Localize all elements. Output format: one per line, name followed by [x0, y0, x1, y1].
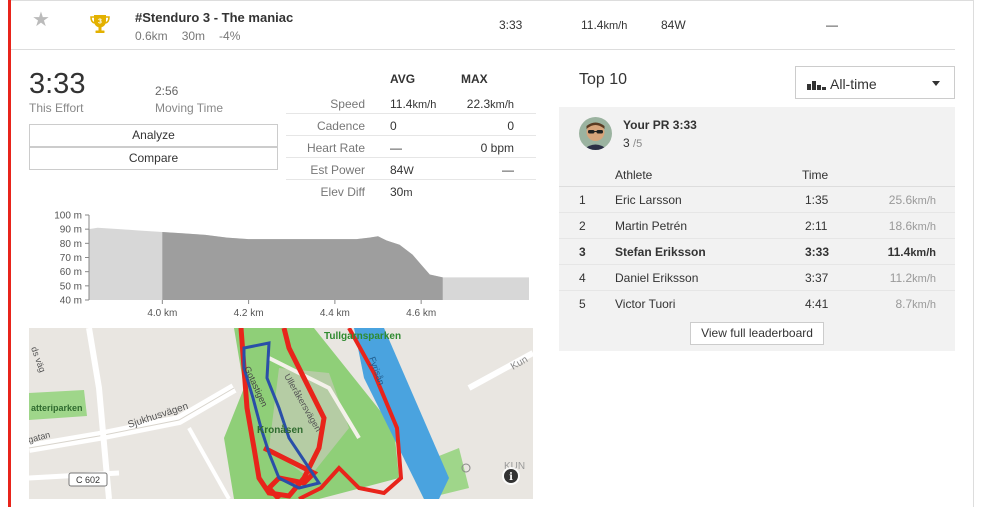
stat-label: Elev Diff: [320, 185, 365, 199]
segment-title[interactable]: #Stenduro 3 - The maniac: [135, 10, 293, 25]
stat-row-cadence: Cadence 0 0: [286, 114, 536, 136]
segment-subinfo: 0.6km 30m -4%: [135, 29, 240, 43]
leaderboard-row[interactable]: 1 Eric Larsson 1:35 25.6km/h: [559, 187, 955, 213]
stat-avg: 0: [390, 119, 397, 133]
athlete-name[interactable]: Eric Larsson: [615, 193, 682, 207]
segment-grade: -4%: [219, 29, 241, 43]
avatar[interactable]: [579, 117, 612, 150]
moving-time-label: Moving Time: [155, 101, 224, 115]
segment-map[interactable]: Tullgarnsparken atteriparken Sjukhusväge…: [29, 328, 533, 499]
y-tick-label: 40 m: [60, 296, 82, 307]
stat-max: 0 bpm: [480, 141, 514, 155]
leaderboard-header: Athlete Time: [559, 162, 955, 187]
athlete-name[interactable]: Martin Petrén: [615, 219, 687, 233]
athlete-name[interactable]: Stefan Eriksson: [615, 245, 706, 259]
segment-heart-rate: —: [826, 18, 838, 32]
x-tick-label: 4.0 km: [147, 308, 177, 319]
segment-power: 84W: [661, 18, 686, 32]
leaderboard-row-current-user[interactable]: 3 Stefan Eriksson 3:33 11.4km/h: [559, 239, 955, 265]
leaderboard-row[interactable]: 2 Martin Petrén 2:11 18.6km/h: [559, 213, 955, 239]
y-tick-label: 80 m: [60, 239, 82, 250]
pr-title: Your PR 3:33: [623, 118, 697, 132]
svg-text:i: i: [509, 472, 513, 483]
stat-row-elev: Elev Diff 30m: [286, 180, 536, 202]
col-athlete: Athlete: [615, 168, 653, 182]
x-tick-label: 4.6 km: [406, 308, 436, 319]
x-tick-label: 4.4 km: [320, 308, 350, 319]
analyze-button[interactable]: Analyze: [29, 124, 278, 147]
star-icon[interactable]: ★: [32, 10, 50, 30]
stat-avg: 30m: [390, 185, 413, 199]
stat-avg: 84W: [390, 163, 414, 177]
trophy-rank: 3: [98, 19, 102, 26]
map-label-park2: atteriparken: [31, 403, 83, 413]
stat-max: —: [502, 163, 514, 177]
stat-max: 22.3km/h: [466, 97, 514, 111]
segment-elevation: 30m: [181, 29, 206, 43]
bar-chart-icon: [807, 81, 826, 90]
stat-label: Est Power: [310, 163, 365, 177]
stat-row-heart-rate: Heart Rate — 0 bpm: [286, 136, 536, 158]
x-tick-label: 4.2 km: [234, 308, 264, 319]
elevation-chart[interactable]: 100 m 90 m 80 m 70 m 60 m 50 m 40 m 4.0 km 4.2 k…: [29, 206, 533, 324]
segment-distance: 0.6km: [135, 29, 168, 43]
stat-row-power: Est Power 84W —: [286, 158, 536, 180]
map-canvas[interactable]: Tullgarnsparken atteriparken Sjukhusväge…: [29, 328, 533, 499]
compare-button[interactable]: Compare: [29, 147, 278, 170]
top10-title: Top 10: [579, 71, 628, 88]
filter-label: All-time: [830, 76, 877, 92]
stat-avg: —: [390, 141, 402, 155]
stat-label: Cadence: [316, 119, 365, 133]
stat-label: Speed: [330, 97, 365, 111]
segment-row[interactable]: ★ 3 #Stenduro 3 - The maniac 0.6km 30m -…: [11, 0, 955, 50]
moving-time-value: 2:56: [155, 84, 179, 98]
athlete-name[interactable]: Victor Tuori: [615, 297, 675, 311]
y-tick-label: 50 m: [60, 281, 82, 292]
y-tick-label: 100 m: [54, 211, 82, 222]
trophy-icon: 3: [90, 15, 110, 33]
leaderboard-filter-dropdown[interactable]: All-time: [795, 66, 955, 99]
view-full-leaderboard-button[interactable]: View full leaderboard: [690, 322, 824, 345]
selected-accent-bar: [8, 0, 11, 507]
y-tick-label: 70 m: [60, 253, 82, 264]
athlete-name[interactable]: Daniel Eriksson: [615, 271, 698, 285]
effort-time-label: This Effort: [29, 101, 84, 115]
stat-avg: 11.4km/h: [390, 97, 437, 111]
avg-header: AVG: [390, 72, 416, 86]
stat-row-speed: Speed 11.4km/h 22.3km/h: [286, 92, 536, 114]
info-icon[interactable]: i: [502, 467, 520, 485]
map-label-area: Kronåsen: [257, 424, 303, 436]
y-tick-label: 90 m: [60, 225, 82, 236]
col-time: Time: [802, 168, 829, 182]
stat-max: 0: [507, 119, 514, 133]
map-label-park: Tullgarnsparken: [324, 331, 401, 342]
pr-rank: 3 /5: [623, 136, 643, 150]
right-border: [973, 0, 974, 507]
effort-time: 3:33: [29, 68, 86, 100]
segment-speed: 11.4km/h: [581, 18, 628, 32]
y-tick-label: 60 m: [60, 267, 82, 278]
leaderboard-row[interactable]: 4 Daniel Eriksson 3:37 11.2km/h: [559, 265, 955, 291]
stat-label: Heart Rate: [306, 141, 365, 155]
segment-time: 3:33: [499, 18, 523, 32]
leaderboard-row[interactable]: 5 Victor Tuori 4:41 8.7km/h: [559, 291, 955, 317]
road-sign-label: C 602: [76, 475, 100, 485]
chevron-down-icon: [932, 81, 940, 86]
max-header: MAX: [461, 72, 488, 86]
